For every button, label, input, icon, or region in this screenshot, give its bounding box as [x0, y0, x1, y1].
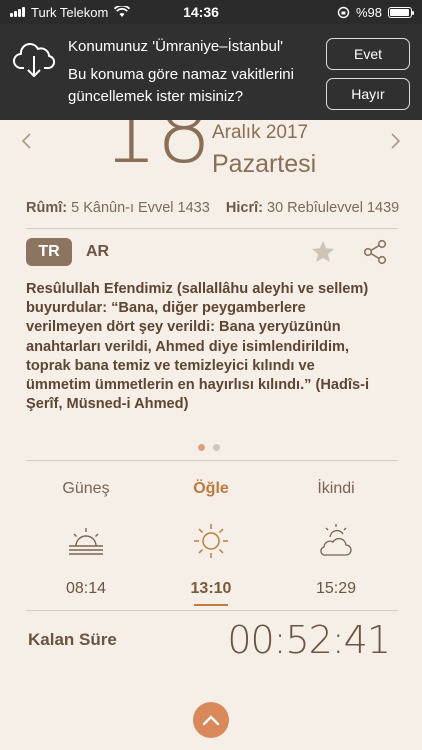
orientation-lock-icon	[337, 6, 350, 18]
rumi-label: Rûmî:	[26, 200, 68, 216]
page-dot[interactable]	[213, 444, 220, 451]
page-dot-active[interactable]	[198, 444, 205, 451]
star-icon[interactable]	[310, 239, 336, 265]
sun-icon	[194, 524, 228, 558]
divider	[26, 228, 398, 229]
status-time: 14:36	[183, 4, 219, 20]
remaining-time: 00:52:41	[227, 618, 391, 662]
expand-button[interactable]	[193, 702, 229, 738]
hadith-text: Resûlullah Efendimiz (sallallâhu aleyhi …	[26, 281, 370, 413]
rumi-date: 5 Kânûn-ı Evvel 1433	[71, 200, 210, 216]
carrier-name: Turk Telekom	[31, 4, 109, 20]
calendar-line: Rûmî: 5 Kânûn-ı Evvel 1433 Hicrî: 30 Reb…	[26, 200, 399, 216]
no-button[interactable]: Hayır	[326, 78, 410, 110]
banner-message: Bu konuma göre namaz vakitlerini güncell…	[68, 66, 294, 105]
chevron-left-icon	[21, 133, 31, 149]
wifi-icon	[114, 6, 131, 17]
prayer-name: İkindi	[317, 480, 355, 497]
prayer-name: Güneş	[62, 480, 110, 497]
banner-title: Konumunuz 'Ümraniye–İstanbul'	[68, 38, 284, 55]
divider	[26, 460, 398, 461]
prayer-gunes[interactable]: Güneş 08:14	[26, 480, 146, 598]
signal-icon	[10, 7, 25, 17]
chevron-right-icon	[391, 133, 401, 149]
hicri-date: 30 Rebîulevvel 1439	[267, 200, 400, 216]
date-month-year: Aralık 2017	[212, 122, 309, 143]
yes-button[interactable]: Evet	[326, 38, 410, 70]
battery-icon	[388, 6, 414, 18]
remaining-label: Kalan Süre	[28, 630, 117, 649]
active-indicator	[194, 604, 228, 606]
sunrise-icon	[69, 528, 103, 555]
prayer-name: Öğle	[193, 480, 229, 497]
next-day-button[interactable]	[390, 130, 402, 156]
date-weekday: Pazartesi	[212, 150, 317, 178]
prayer-time: 13:10	[190, 580, 232, 597]
hicri-label: Hicrî:	[225, 200, 263, 216]
partly-cloudy-icon	[320, 524, 352, 556]
cloud-download-icon	[13, 43, 56, 78]
status-bar: Turk Telekom 14:36 %98	[0, 0, 422, 24]
divider	[26, 610, 398, 611]
prayer-time: 15:29	[315, 580, 357, 597]
lang-ar-button[interactable]: AR	[86, 243, 109, 261]
prayer-time: 08:14	[65, 580, 107, 597]
share-icon[interactable]	[362, 239, 388, 265]
prayer-ikindi[interactable]: İkindi 15:29	[276, 480, 396, 598]
lang-tr-button[interactable]: TR	[26, 238, 72, 266]
page-indicator[interactable]	[198, 444, 220, 451]
chevron-up-icon	[202, 715, 220, 726]
battery-percent: %98	[355, 4, 382, 20]
prayer-ogle[interactable]: Öğle 13:10	[151, 480, 271, 606]
location-banner: Konumunuz 'Ümraniye–İstanbul' Bu konuma …	[0, 24, 422, 120]
previous-day-button[interactable]	[20, 130, 32, 156]
